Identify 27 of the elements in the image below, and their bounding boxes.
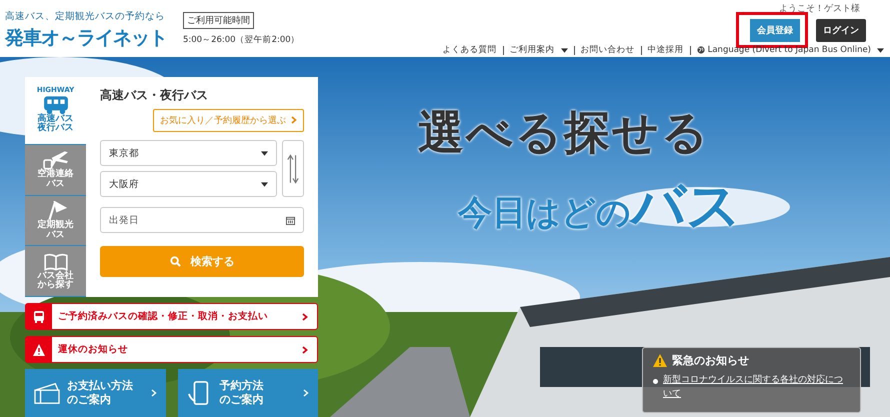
origin-select[interactable]: 東京都	[100, 140, 277, 166]
guide-button[interactable]: 予約方法のご案内	[178, 369, 318, 417]
search-tab[interactable]: 空港連絡バス	[25, 145, 86, 196]
nav-link[interactable]: 中途採用	[648, 44, 684, 56]
destination-select[interactable]: 大阪府	[100, 171, 277, 197]
hours-label: ご利用可能時間	[183, 12, 254, 29]
tagline: 高速バス、定期観光バスの予約なら	[5, 10, 166, 23]
notice-title: 緊急のお知らせ	[672, 353, 749, 368]
nav-link[interactable]: Language (Divert to Japan Bus Online)	[696, 45, 884, 55]
search-tab[interactable]: バス会社から探す	[25, 246, 86, 297]
notice-link[interactable]: 新型コロナウイルスに関する各社の対応について	[663, 374, 850, 401]
hours-text: 5:00～26:00（翌午前2:00）	[183, 34, 300, 46]
nav-link[interactable]: ご利用案内	[510, 44, 568, 56]
nav-link[interactable]: お問い合わせ	[580, 44, 635, 56]
alert-link[interactable]: 運休のお知らせ	[25, 336, 318, 363]
search-tab[interactable]: 定期観光バス	[25, 196, 86, 246]
nav-link[interactable]: よくある質問	[442, 44, 497, 56]
login-button[interactable]: ログイン	[816, 19, 866, 42]
headline: バス	[631, 174, 741, 237]
date-field[interactable]: 出発日	[100, 207, 304, 233]
register-button[interactable]: 会員登録	[750, 19, 800, 42]
guide-button[interactable]: お支払い方法のご案内	[25, 369, 166, 417]
alert-link[interactable]: ご予約済みバスの確認・修正・取消・お支払い	[25, 303, 318, 330]
headline: 選べる探せる	[418, 104, 711, 161]
history-button[interactable]: お気に入り／予約履歴から選ぶ	[153, 109, 304, 132]
search-title: 高速バス・夜行バス	[100, 87, 209, 104]
site-logo[interactable]: 発車オ～ライネット	[5, 25, 183, 51]
